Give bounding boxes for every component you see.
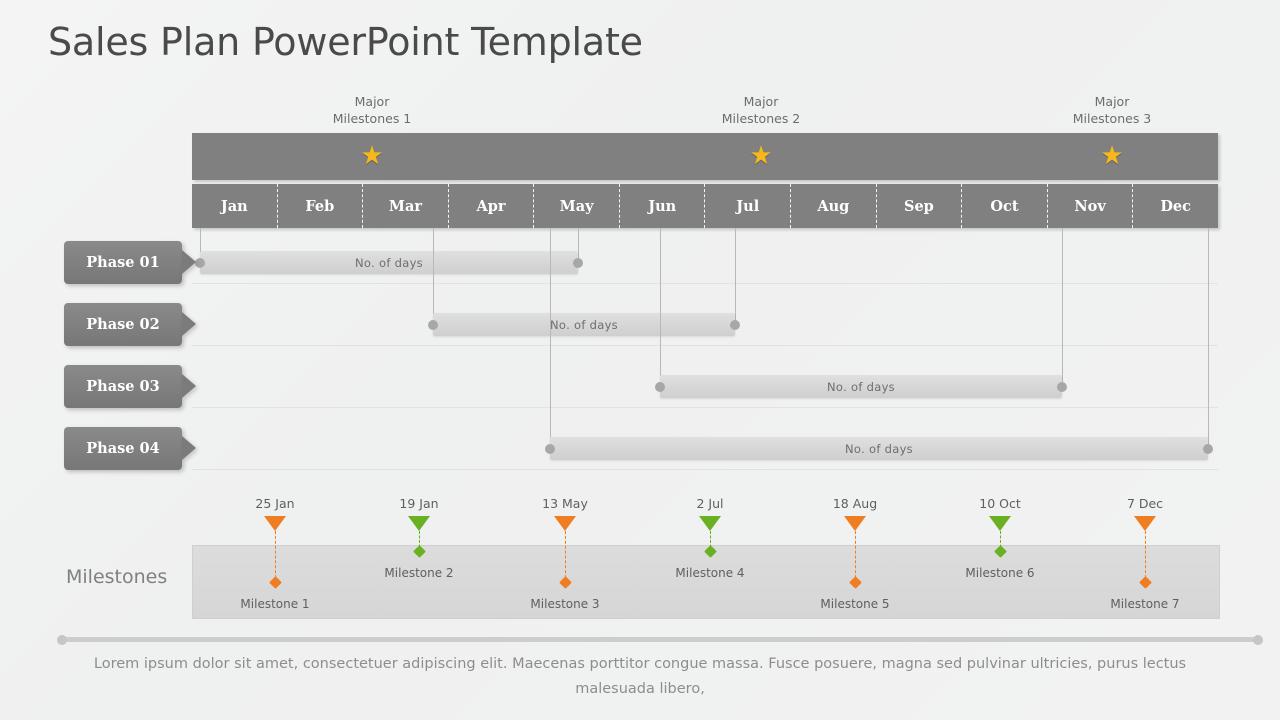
gantt-bar-handle[interactable] xyxy=(545,443,555,454)
gantt-bar[interactable]: No. of days xyxy=(660,375,1062,398)
page-title: Sales Plan PowerPoint Template xyxy=(48,20,643,64)
month-cell-aug[interactable]: Aug xyxy=(791,184,877,228)
gantt-guide-line xyxy=(1062,228,1063,386)
milestone-name: Milestone 5 xyxy=(820,597,890,611)
gantt-bar-label: No. of days xyxy=(550,317,618,332)
gantt-guide-line xyxy=(1208,228,1209,448)
month-cell-jun[interactable]: Jun xyxy=(620,184,706,228)
phase-chip-label: Phase 01 xyxy=(86,254,160,271)
milestone-date: 25 Jan xyxy=(255,496,295,511)
triangle-down-icon xyxy=(1134,516,1156,531)
phase-chip-4[interactable]: Phase 04 xyxy=(64,427,196,470)
gantt-row-separator xyxy=(192,407,1218,408)
gantt-bar-handle[interactable] xyxy=(428,319,438,330)
month-cell-dec[interactable]: Dec xyxy=(1133,184,1218,228)
chevron-right-icon xyxy=(182,250,196,274)
star-icon: ★ xyxy=(360,141,384,171)
milestone-date: 10 Oct xyxy=(979,496,1021,511)
phase-chip-label: Phase 03 xyxy=(86,378,160,395)
major-milestone-caption-line2: Milestones 2 xyxy=(721,111,801,126)
month-cell-nov[interactable]: Nov xyxy=(1048,184,1134,228)
gantt-row-separator xyxy=(192,469,1218,470)
gantt-bar[interactable]: No. of days xyxy=(200,251,578,274)
triangle-down-icon xyxy=(408,516,430,531)
bottom-rail-divider xyxy=(57,634,1263,645)
gantt-guide-line xyxy=(433,228,434,324)
slide-canvas: Sales Plan PowerPoint Template Major Mile… xyxy=(0,0,1280,720)
phase-chip-2[interactable]: Phase 02 xyxy=(64,303,196,346)
milestones-band xyxy=(192,545,1220,619)
gantt-bar-handle[interactable] xyxy=(730,319,740,330)
month-cell-jul[interactable]: Jul xyxy=(705,184,792,228)
phase-chip-3[interactable]: Phase 03 xyxy=(64,365,196,408)
gantt-bar-label: No. of days xyxy=(355,255,423,270)
milestone-date: 18 Aug xyxy=(832,496,878,511)
month-header-row: Jan Feb Mar Apr May Jun Jul Aug Sep Oct Nov Dec xyxy=(192,184,1218,228)
milestone-date: 2 Jul xyxy=(696,496,724,511)
triangle-down-icon xyxy=(699,516,721,531)
triangle-down-icon xyxy=(989,516,1011,531)
footer-caption: Lorem ipsum dolor sit amet, consectetuer… xyxy=(93,656,1187,697)
gantt-chart-area: No. of days No. of days No. of days No. of … xyxy=(192,228,1218,478)
gantt-row-separator xyxy=(192,283,1218,284)
gantt-bar-handle[interactable] xyxy=(573,257,583,268)
milestone-name: Milestone 3 xyxy=(530,597,600,611)
gantt-bar-handle[interactable] xyxy=(1057,381,1067,392)
gantt-bar-label: No. of days xyxy=(845,441,913,456)
month-cell-jan[interactable]: Jan xyxy=(192,184,278,228)
major-milestone-caption: Major Milestones 2 xyxy=(681,93,841,127)
gantt-guide-line xyxy=(735,228,736,324)
gantt-guide-line xyxy=(550,228,551,448)
star-icon: ★ xyxy=(749,141,773,171)
phase-chip-1[interactable]: Phase 01 xyxy=(64,241,196,284)
milestones-section-label: Milestones xyxy=(66,566,168,588)
gantt-row-separator xyxy=(192,345,1218,346)
gantt-guide-line xyxy=(578,228,579,262)
major-milestone-caption-line2: Milestones 3 xyxy=(1072,111,1152,126)
milestone-date: 7 Dec xyxy=(1126,496,1164,511)
phase-chip-label: Phase 04 xyxy=(86,440,160,457)
milestone-name: Milestone 4 xyxy=(675,566,745,580)
triangle-down-icon xyxy=(264,516,286,531)
major-milestone-caption-line1: Major xyxy=(1094,94,1130,109)
milestone-name: Milestone 7 xyxy=(1110,597,1180,611)
major-milestone-caption-line1: Major xyxy=(354,94,390,109)
milestone-date: 13 May xyxy=(542,496,588,511)
month-cell-feb[interactable]: Feb xyxy=(278,184,364,228)
gantt-bar-label: No. of days xyxy=(827,379,895,394)
chevron-right-icon xyxy=(182,312,196,336)
chevron-right-icon xyxy=(182,374,196,398)
star-icon: ★ xyxy=(1100,141,1124,171)
milestone-name: Milestone 2 xyxy=(384,566,454,580)
chevron-right-icon xyxy=(182,436,196,460)
month-cell-mar[interactable]: Mar xyxy=(363,184,449,228)
triangle-down-icon xyxy=(554,516,576,531)
milestone-name: Milestone 1 xyxy=(240,597,310,611)
major-milestone-caption: Major Milestones 1 xyxy=(292,93,452,127)
major-milestone-caption-line1: Major xyxy=(743,94,779,109)
milestone-date: 19 Jan xyxy=(399,496,439,511)
gantt-bar[interactable]: No. of days xyxy=(550,437,1208,460)
gantt-bar[interactable]: No. of days xyxy=(433,313,735,336)
major-milestone-caption: Major Milestones 3 xyxy=(1032,93,1192,127)
triangle-down-icon xyxy=(844,516,866,531)
gantt-guide-line xyxy=(660,228,661,386)
month-cell-oct[interactable]: Oct xyxy=(962,184,1048,228)
month-cell-apr[interactable]: Apr xyxy=(449,184,535,228)
milestone-name: Milestone 6 xyxy=(965,566,1035,580)
gantt-bar-handle[interactable] xyxy=(655,381,665,392)
major-milestone-caption-line2: Milestones 1 xyxy=(332,111,412,126)
gantt-bar-handle[interactable] xyxy=(195,257,205,268)
gantt-bar-handle[interactable] xyxy=(1203,443,1213,454)
major-milestone-band: ★ ★ ★ xyxy=(192,133,1218,180)
month-cell-sep[interactable]: Sep xyxy=(877,184,963,228)
phase-chip-label: Phase 02 xyxy=(86,316,160,333)
month-cell-may[interactable]: May xyxy=(534,184,620,228)
